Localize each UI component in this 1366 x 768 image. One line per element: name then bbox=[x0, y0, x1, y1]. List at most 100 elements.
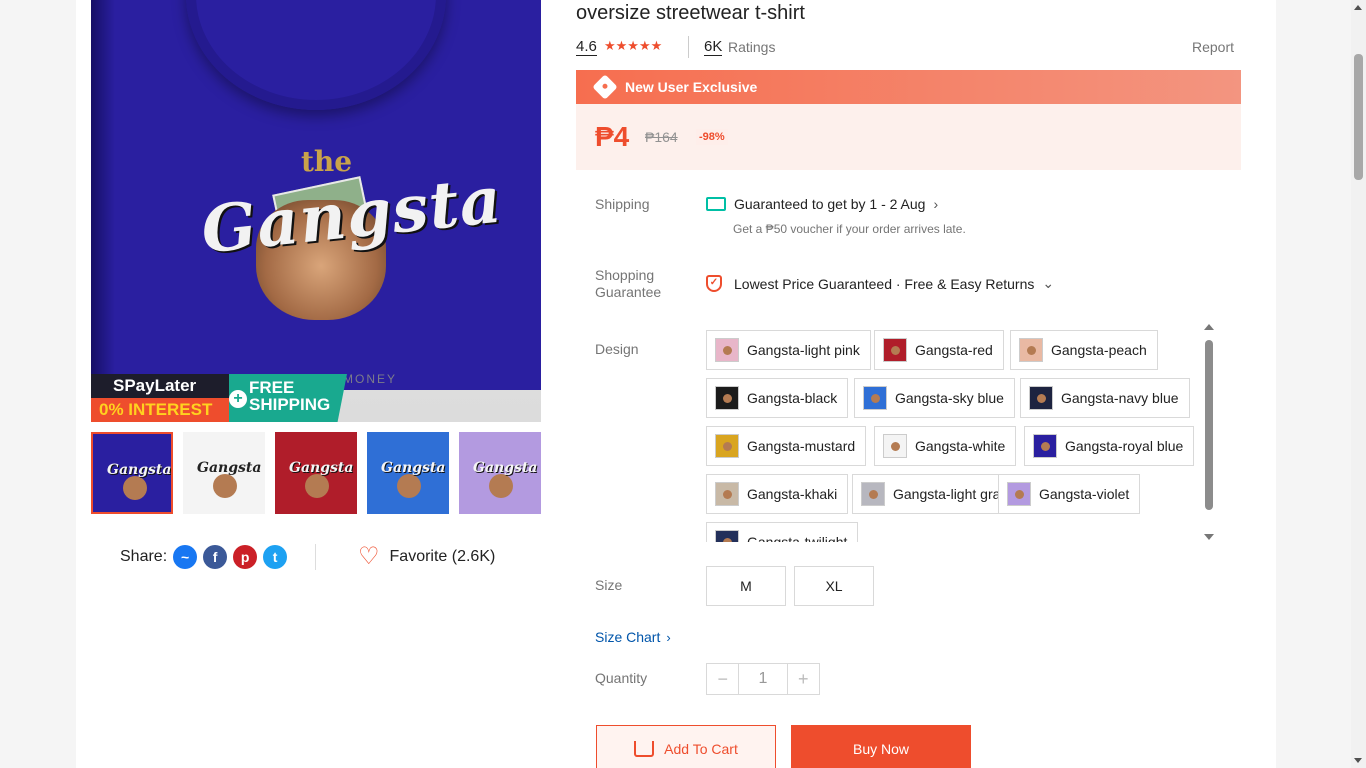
size-option-m[interactable]: M bbox=[706, 566, 786, 606]
pinterest-icon[interactable]: p bbox=[233, 545, 258, 569]
design-option[interactable]: Gangsta-royal blue bbox=[1024, 426, 1195, 466]
thumbnail-fist-art bbox=[305, 474, 329, 498]
favorite-button[interactable]: ♡ Favorite (2.6K) bbox=[358, 544, 495, 570]
design-option-label: Gangsta-twilight bbox=[747, 534, 848, 542]
thumbnail-2[interactable]: Gangsta bbox=[183, 432, 265, 514]
twitter-icon[interactable]: t bbox=[263, 545, 288, 569]
share-row: Share: ~ f p t bbox=[120, 544, 288, 570]
scroll-down-icon[interactable] bbox=[1204, 534, 1214, 540]
design-option-label: Gangsta-light pink bbox=[747, 342, 860, 358]
facebook-icon[interactable]: f bbox=[203, 545, 228, 569]
design-swatch-icon bbox=[1029, 386, 1053, 410]
design-swatch-icon bbox=[863, 386, 887, 410]
design-option[interactable]: Gangsta-black bbox=[706, 378, 849, 418]
thumbnail-art-text: Gangsta bbox=[289, 460, 354, 476]
design-option-label: Gangsta-black bbox=[747, 390, 838, 406]
decrement-button[interactable]: − bbox=[707, 664, 738, 694]
thumbnail-4[interactable]: Gangsta bbox=[367, 432, 449, 514]
spaylater-badge: SPayLater 0% INTEREST bbox=[91, 374, 233, 422]
size-chart-link[interactable]: Size Chart › bbox=[595, 629, 671, 645]
favorite-label: Favorite (2.6K) bbox=[389, 548, 496, 565]
chevron-right-icon: › bbox=[666, 629, 671, 645]
design-option[interactable]: Gangsta-red bbox=[874, 330, 1004, 370]
design-option-label: Gangsta-light gray bbox=[893, 486, 1008, 502]
size-label: Size bbox=[595, 577, 623, 593]
design-swatch-icon bbox=[861, 482, 885, 506]
shirt-graphic: the Gangsta bbox=[91, 0, 541, 390]
quantity-label: Quantity bbox=[595, 670, 648, 686]
quantity-stepper: − 1 + bbox=[706, 663, 820, 695]
design-option[interactable]: Gangsta-violet bbox=[998, 474, 1141, 514]
design-option[interactable]: Gangsta-twilight bbox=[706, 522, 859, 542]
design-option[interactable]: Gangsta-navy blue bbox=[1020, 378, 1190, 418]
rating-value[interactable]: 4.6 bbox=[576, 38, 597, 56]
thumbnail-art-text: Gangsta bbox=[197, 460, 262, 476]
design-swatch-icon bbox=[1019, 338, 1043, 362]
design-option-label: Gangsta-khaki bbox=[747, 486, 838, 502]
page-scrollbar[interactable] bbox=[1351, 0, 1366, 768]
guarantee-text: Lowest Price Guaranteed · Free & Easy Re… bbox=[734, 275, 1035, 292]
thumbnail-1[interactable]: Gangsta bbox=[91, 432, 173, 514]
design-swatch-icon bbox=[1033, 434, 1057, 458]
chevron-right-icon: › bbox=[933, 196, 939, 212]
messenger-icon[interactable]: ~ bbox=[173, 545, 198, 569]
current-price: ₱4 bbox=[595, 121, 630, 152]
product-main-image[interactable]: the Gangsta MONEY SPayLater 0% INTEREST … bbox=[91, 0, 541, 422]
thumbnail-art-text: Gangsta bbox=[473, 460, 538, 476]
design-option[interactable]: Gangsta-sky blue bbox=[854, 378, 1015, 418]
design-option[interactable]: Gangsta-mustard bbox=[706, 426, 867, 466]
design-option-label: Gangsta-red bbox=[915, 342, 993, 358]
scroll-up-icon[interactable] bbox=[1204, 324, 1214, 330]
ratings-label: Ratings bbox=[728, 39, 776, 55]
spaylater-label: SPayLater bbox=[113, 376, 197, 395]
add-to-cart-button[interactable]: Add To Cart bbox=[596, 725, 776, 768]
free-shipping-badge: + FREE SHIPPING bbox=[229, 374, 347, 422]
shipping-label: Shipping bbox=[595, 196, 650, 212]
thumbnail-3[interactable]: Gangsta bbox=[275, 432, 357, 514]
design-swatch-icon bbox=[715, 338, 739, 362]
design-option[interactable]: Gangsta-peach bbox=[1010, 330, 1158, 370]
rating-stars-icon: ★★★★★ bbox=[604, 38, 663, 53]
discount-badge: -98% bbox=[696, 129, 728, 145]
increment-button[interactable]: + bbox=[788, 664, 819, 694]
scroll-up-icon[interactable] bbox=[1354, 5, 1362, 10]
shirt-fold bbox=[91, 0, 115, 390]
page-scroll-thumb[interactable] bbox=[1354, 54, 1363, 180]
design-scrollbar[interactable] bbox=[1203, 324, 1215, 540]
rating-row: 4.6 ★★★★★ 6K Ratings Report bbox=[576, 36, 1240, 58]
shipping-voucher-note: Get a ₱50 voucher if your order arrives … bbox=[733, 222, 966, 236]
buy-now-button[interactable]: Buy Now bbox=[791, 725, 971, 768]
promo-banner: New User Exclusive bbox=[576, 70, 1241, 104]
design-option[interactable]: Gangsta-light pink bbox=[706, 330, 871, 370]
design-option-label: Gangsta-mustard bbox=[747, 438, 856, 454]
thumbnail-art-text: Gangsta bbox=[381, 460, 446, 476]
design-option-label: Gangsta-sky blue bbox=[895, 390, 1004, 406]
scroll-down-icon[interactable] bbox=[1354, 758, 1362, 763]
quantity-input[interactable]: 1 bbox=[738, 664, 788, 694]
shield-icon: ✓ bbox=[706, 275, 722, 292]
design-option[interactable]: Gangsta-khaki bbox=[706, 474, 849, 514]
report-link[interactable]: Report bbox=[1192, 39, 1234, 55]
original-price: ₱164 bbox=[645, 129, 678, 145]
size-chart-label: Size Chart bbox=[595, 629, 661, 645]
shipping-guarantee-text: Guaranteed to get by 1 - 2 Aug bbox=[734, 196, 926, 212]
art-text-money: MONEY bbox=[343, 372, 398, 386]
design-swatch-icon bbox=[715, 434, 739, 458]
guarantee-info[interactable]: ✓ Lowest Price Guaranteed · Free & Easy … bbox=[706, 275, 1054, 292]
art-text-main: Gangsta bbox=[197, 162, 506, 269]
design-option[interactable]: Gangsta-light gray bbox=[852, 474, 1019, 514]
design-option-label: Gangsta-peach bbox=[1051, 342, 1147, 358]
shipping-info[interactable]: Guaranteed to get by 1 - 2 Aug › bbox=[706, 196, 938, 212]
design-swatch-icon bbox=[715, 482, 739, 506]
ratings-count[interactable]: 6K bbox=[704, 38, 723, 56]
design-option-label: Gangsta-royal blue bbox=[1065, 438, 1184, 454]
truck-icon bbox=[706, 197, 726, 211]
size-option-xl[interactable]: XL bbox=[794, 566, 874, 606]
thumbnail-5[interactable]: Gangsta bbox=[459, 432, 541, 514]
design-option[interactable]: Gangsta-white bbox=[874, 426, 1017, 466]
scroll-thumb[interactable] bbox=[1205, 340, 1213, 510]
promo-label: New User Exclusive bbox=[625, 79, 758, 95]
rating-divider bbox=[688, 36, 689, 58]
price-box: ₱4 ₱164 -98% bbox=[576, 104, 1241, 170]
design-swatch-icon bbox=[715, 386, 739, 410]
